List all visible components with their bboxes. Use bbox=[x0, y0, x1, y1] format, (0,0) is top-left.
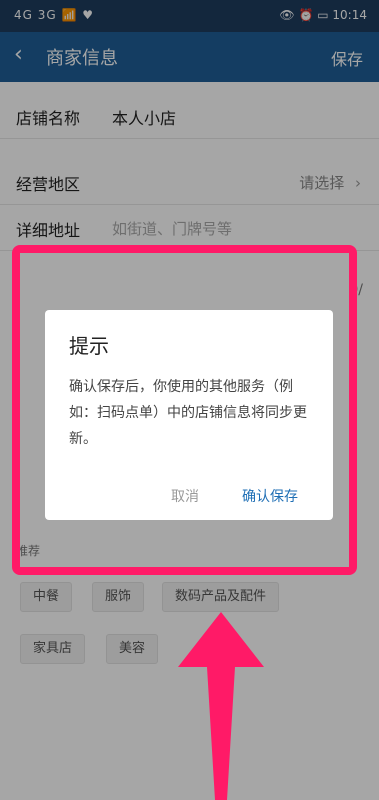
confirm-save-button[interactable]: 确认保存 bbox=[242, 486, 298, 506]
confirm-dialog: 提示 确认保存后，你使用的其他服务（例如：扫码点单）中的店铺信息将同步更新。 取… bbox=[45, 310, 333, 520]
dialog-title: 提示 bbox=[69, 334, 109, 358]
dialog-message: 确认保存后，你使用的其他服务（例如：扫码点单）中的店铺信息将同步更新。 bbox=[69, 379, 307, 447]
annotation-arrow-icon bbox=[178, 612, 264, 800]
cancel-button[interactable]: 取消 bbox=[171, 486, 199, 506]
